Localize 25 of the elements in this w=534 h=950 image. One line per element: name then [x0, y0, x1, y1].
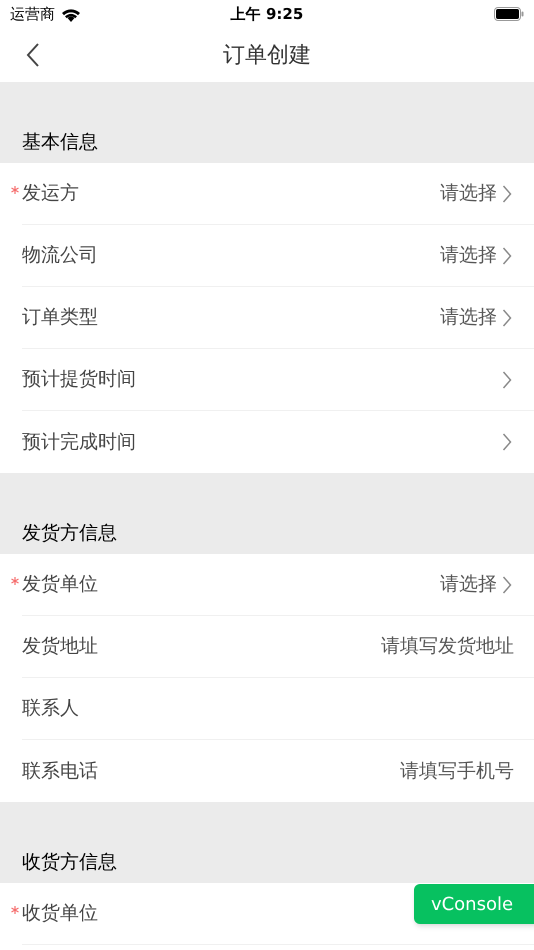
- field-label: 发货单位: [22, 572, 98, 598]
- field-label: 联系电话: [22, 758, 98, 784]
- field-label: 发运方: [22, 181, 79, 206]
- section-title: 收货方信息: [22, 850, 117, 874]
- select-value[interactable]: 请选择: [440, 570, 497, 599]
- select-value[interactable]: 请选择: [440, 179, 497, 208]
- carrier-name: 运营商: [10, 4, 55, 25]
- field-label: 收货单位: [22, 901, 98, 926]
- field-label: 发货地址: [22, 634, 98, 660]
- section-title: 发货方信息: [22, 520, 117, 546]
- back-icon: [26, 43, 40, 67]
- status-time: 上午 9:25: [230, 4, 304, 25]
- wifi-icon: [61, 6, 81, 22]
- input-field[interactable]: 请填写发货地址: [381, 632, 514, 661]
- field-label: 预计提货时间: [22, 367, 136, 392]
- field-label: 预计完成时间: [22, 430, 136, 455]
- select-value[interactable]: 请选择: [440, 241, 497, 270]
- page-title: 订单创建: [223, 42, 311, 70]
- field-label: 订单类型: [22, 305, 98, 330]
- section-title: 基本信息: [22, 130, 98, 154]
- select-value[interactable]: 请选择: [440, 303, 497, 332]
- input-field[interactable]: 请填写手机号: [400, 756, 514, 786]
- field-label: 联系人: [22, 696, 79, 722]
- battery-icon: [494, 7, 524, 21]
- field-label: 物流公司: [22, 243, 98, 268]
